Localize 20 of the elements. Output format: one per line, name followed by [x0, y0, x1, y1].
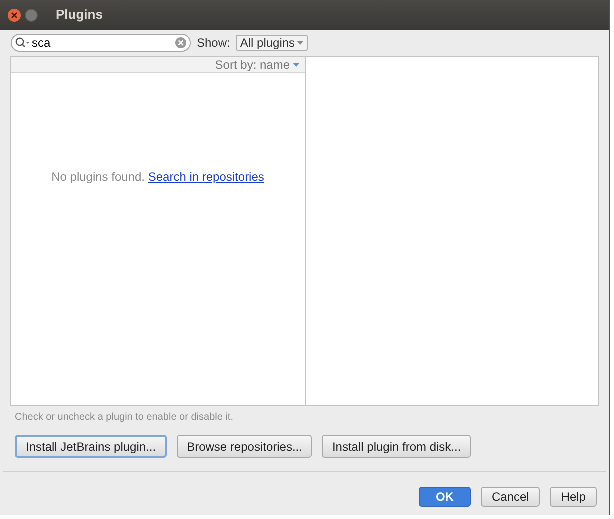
action-button[interactable]: Install plugin from disk... — [322, 435, 472, 458]
caret-icon — [297, 40, 304, 44]
show-dropdown[interactable]: All plugins — [236, 34, 308, 50]
empty-message: No plugins found. Search in repositories — [52, 169, 264, 186]
search-icon — [15, 36, 31, 48]
search-repositories-link[interactable]: Search in repositories — [148, 170, 264, 184]
dialog-button[interactable]: OK — [418, 487, 471, 507]
window-title: Plugins — [56, 6, 103, 24]
action-button[interactable]: Browse repositories... — [177, 435, 312, 458]
action-button[interactable]: Install JetBrains plugin... — [15, 435, 168, 458]
minimize-icon[interactable] — [25, 8, 38, 22]
caret-icon — [293, 62, 300, 66]
hint-text: Check or uncheck a plugin to enable or disable it. — [15, 411, 234, 425]
dialog-button[interactable]: Cancel — [480, 487, 540, 507]
show-label: Show: — [197, 34, 230, 52]
close-icon[interactable] — [8, 8, 21, 22]
clear-icon[interactable] — [175, 36, 187, 48]
search-field[interactable]: sca — [11, 34, 191, 52]
dialog-button[interactable]: Help — [550, 487, 597, 507]
search-input[interactable]: sca — [32, 34, 175, 52]
